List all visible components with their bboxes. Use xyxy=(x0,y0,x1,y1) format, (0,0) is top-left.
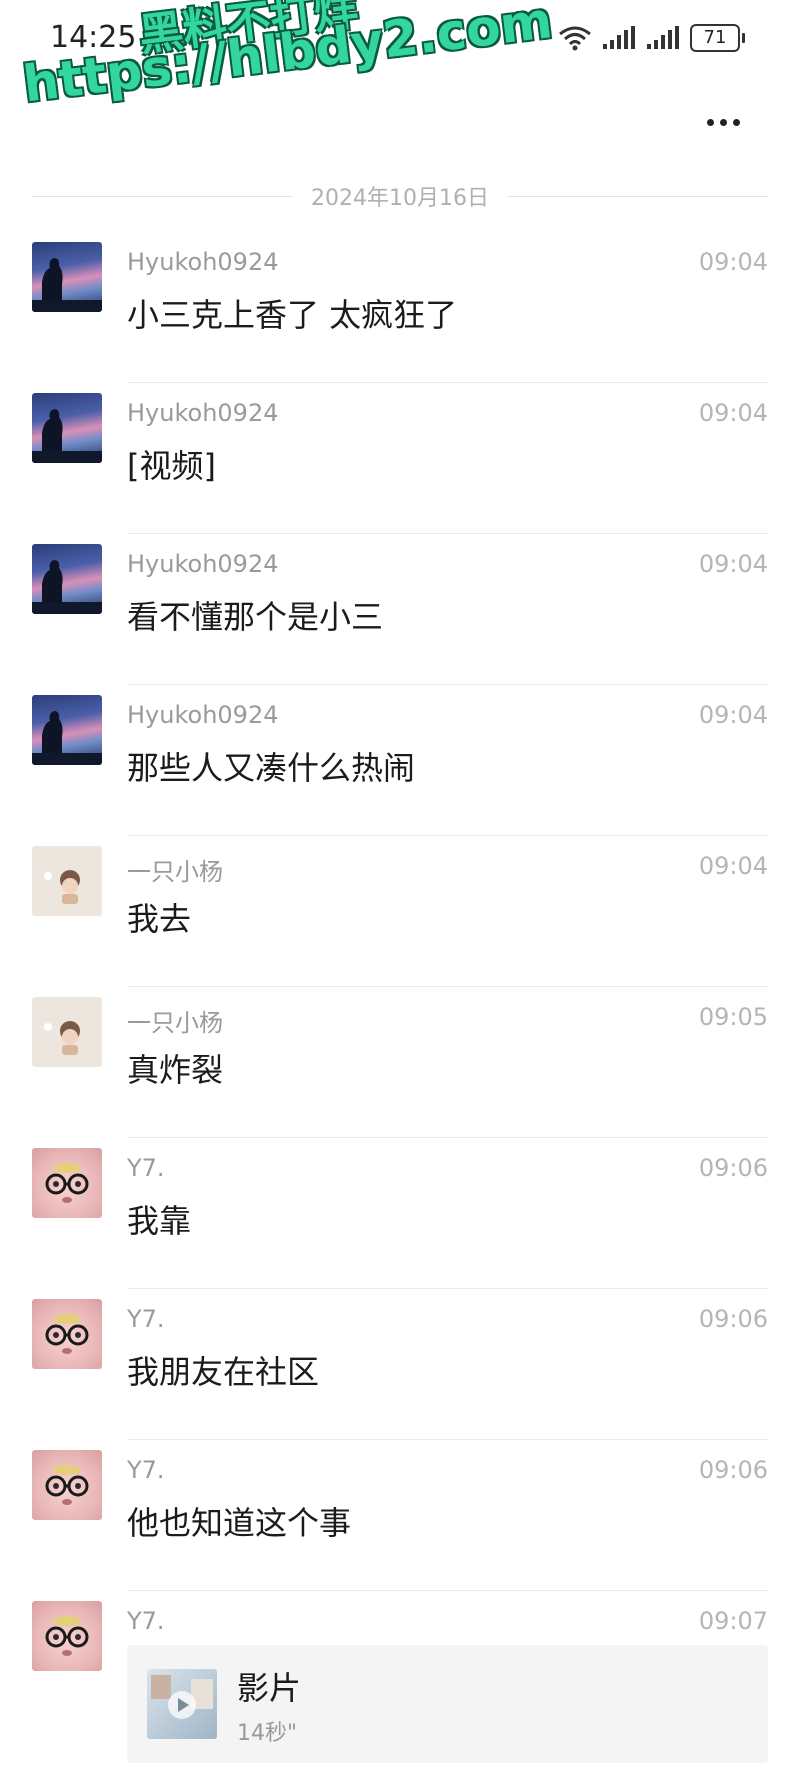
more-icon[interactable] xyxy=(701,112,745,132)
avatar[interactable] xyxy=(32,1148,102,1218)
message-time: 09:06 xyxy=(698,1456,768,1484)
sender-name: Y7. xyxy=(127,1456,165,1484)
sender-name: Y7. xyxy=(127,1154,165,1182)
message-item[interactable]: Y7. 09:06 我靠 xyxy=(0,1138,800,1289)
avatar[interactable] xyxy=(32,846,102,916)
message-text: 我去 xyxy=(127,900,192,938)
battery-level: 71 xyxy=(690,24,740,52)
play-icon xyxy=(151,1675,213,1719)
date-divider: 2024年10月16日 xyxy=(32,180,769,212)
battery-icon: 71 xyxy=(690,24,745,52)
signal-icon xyxy=(647,26,679,49)
avatar[interactable] xyxy=(32,997,102,1067)
message-item[interactable]: Hyukoh0924 09:04 [视频] xyxy=(0,383,800,534)
sender-name: 一只小杨 xyxy=(127,1009,223,1037)
video-card[interactable]: 影片 14秒" xyxy=(127,1645,768,1763)
message-item[interactable]: Y7. 09:07 影片 14秒" xyxy=(0,1591,800,1771)
message-time: 09:04 xyxy=(698,701,768,729)
message-time: 09:05 xyxy=(698,1003,768,1031)
avatar[interactable] xyxy=(32,695,102,765)
message-time: 09:04 xyxy=(698,550,768,578)
message-time: 09:06 xyxy=(698,1154,768,1182)
message-text: 小三克上香了 太疯狂了 xyxy=(127,296,458,334)
message-time: 09:04 xyxy=(698,399,768,427)
video-title: 影片 xyxy=(237,1669,302,1707)
message-time: 09:04 xyxy=(698,248,768,276)
wifi-icon xyxy=(559,26,591,51)
status-bar: 14:25 71 xyxy=(0,0,800,90)
date-label: 2024年10月16日 xyxy=(311,186,489,211)
message-text: 那些人又凑什么热闹 xyxy=(127,749,416,787)
video-thumbnail[interactable] xyxy=(147,1669,217,1739)
sender-name: Hyukoh0924 xyxy=(127,399,279,427)
video-duration: 14秒" xyxy=(237,1721,298,1746)
message-item[interactable]: Hyukoh0924 09:04 看不懂那个是小三 xyxy=(0,534,800,685)
message-item[interactable]: Y7. 09:06 我朋友在社区 xyxy=(0,1289,800,1440)
sender-name: 一只小杨 xyxy=(127,858,223,886)
message-item[interactable]: Hyukoh0924 09:04 小三克上香了 太疯狂了 xyxy=(0,232,800,383)
message-text: 真炸裂 xyxy=(127,1051,224,1089)
message-time: 09:06 xyxy=(698,1305,768,1333)
message-text: 他也知道这个事 xyxy=(127,1504,352,1542)
sender-name: Y7. xyxy=(127,1305,165,1333)
message-time: 09:04 xyxy=(698,852,768,880)
message-item[interactable]: 一只小杨 09:04 我去 xyxy=(0,836,800,987)
avatar[interactable] xyxy=(32,1450,102,1520)
message-item[interactable]: Hyukoh0924 09:04 那些人又凑什么热闹 xyxy=(0,685,800,836)
avatar[interactable] xyxy=(32,1601,102,1671)
status-icons: 71 xyxy=(558,24,745,52)
status-time: 14:25 xyxy=(50,20,137,55)
avatar[interactable] xyxy=(32,1299,102,1369)
message-list: Hyukoh0924 09:04 小三克上香了 太疯狂了 Hyukoh0924 … xyxy=(0,232,800,1771)
message-item[interactable]: 一只小杨 09:05 真炸裂 xyxy=(0,987,800,1138)
message-item[interactable]: Y7. 09:06 他也知道这个事 xyxy=(0,1440,800,1591)
signal-icon xyxy=(603,26,635,49)
message-time: 09:07 xyxy=(698,1607,768,1635)
avatar[interactable] xyxy=(32,393,102,463)
message-text: 我靠 xyxy=(127,1202,192,1240)
message-text: 我朋友在社区 xyxy=(127,1353,320,1391)
sender-name: Y7. xyxy=(127,1607,165,1635)
sender-name: Hyukoh0924 xyxy=(127,701,279,729)
sender-name: Hyukoh0924 xyxy=(127,550,279,578)
sender-name: Hyukoh0924 xyxy=(127,248,279,276)
message-text[interactable]: [视频] xyxy=(127,441,216,487)
avatar[interactable] xyxy=(32,544,102,614)
avatar[interactable] xyxy=(32,242,102,312)
message-text: 看不懂那个是小三 xyxy=(127,598,384,636)
